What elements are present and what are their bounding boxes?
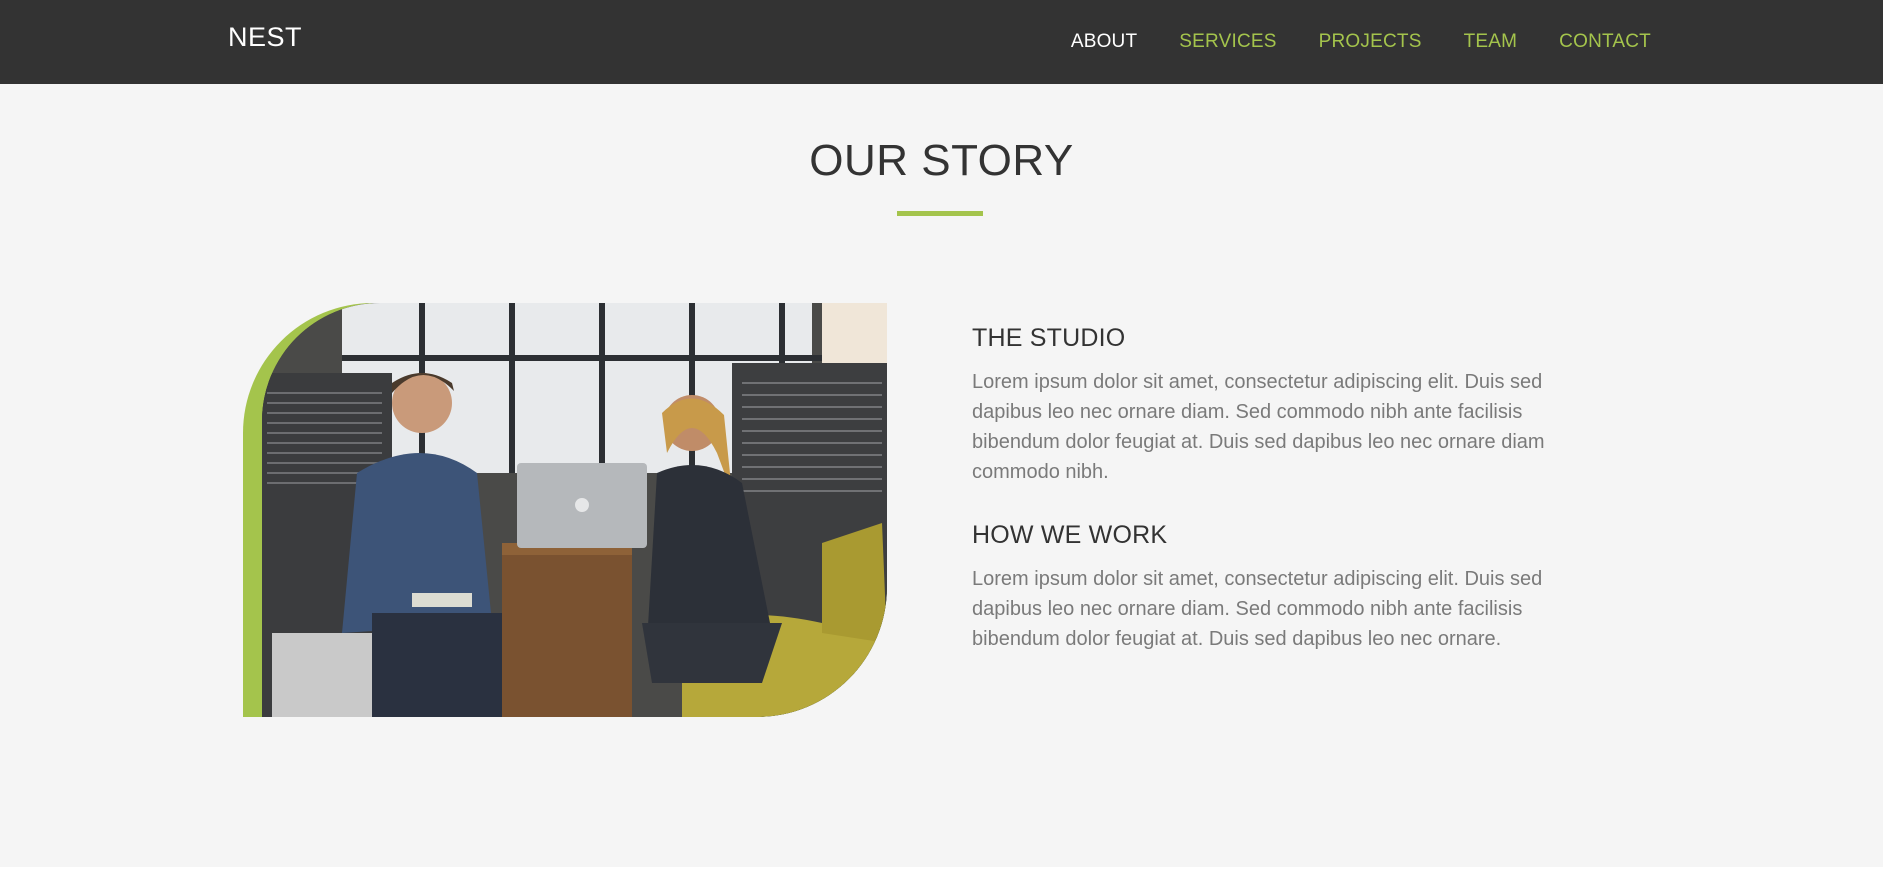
nav-item-projects: PROJECTS <box>1319 31 1422 53</box>
our-story-section: OUR STORY THE STUDIO Lorem ipsum dolor s… <box>0 84 1883 867</box>
page-bottom-strip <box>0 867 1883 885</box>
how-we-work-paragraph: Lorem ipsum dolor sit amet, consectetur … <box>972 568 1543 650</box>
title-underline <box>897 211 983 216</box>
nav-item-services: SERVICES <box>1179 31 1276 53</box>
nav-link-about[interactable]: ABOUT <box>1071 31 1137 52</box>
nav-item-team: TEAM <box>1464 31 1518 53</box>
top-navbar: NEST ABOUT SERVICES PROJECTS TEAM CONTAC… <box>0 0 1883 84</box>
nav-link-contact[interactable]: CONTACT <box>1559 31 1651 52</box>
photo-frame <box>243 303 887 717</box>
story-text-column: THE STUDIO Lorem ipsum dolor sit amet, c… <box>972 324 1602 688</box>
studio-paragraph: Lorem ipsum dolor sit amet, consectetur … <box>972 371 1545 483</box>
nav-link-projects[interactable]: PROJECTS <box>1319 31 1422 52</box>
brand-logo[interactable]: NEST <box>228 22 302 53</box>
studio-heading: THE STUDIO <box>972 324 1126 352</box>
nav-item-about: ABOUT <box>1071 31 1137 53</box>
nav-menu: ABOUT SERVICES PROJECTS TEAM CONTACT <box>1029 0 1651 84</box>
nav-item-contact: CONTACT <box>1559 31 1651 53</box>
nav-link-team[interactable]: TEAM <box>1464 31 1518 52</box>
how-we-work-heading: HOW WE WORK <box>972 521 1168 549</box>
nav-link-services[interactable]: SERVICES <box>1179 31 1276 52</box>
section-title: OUR STORY <box>809 136 1074 185</box>
photo-illustration <box>262 303 887 717</box>
office-meeting-photo <box>262 303 887 717</box>
